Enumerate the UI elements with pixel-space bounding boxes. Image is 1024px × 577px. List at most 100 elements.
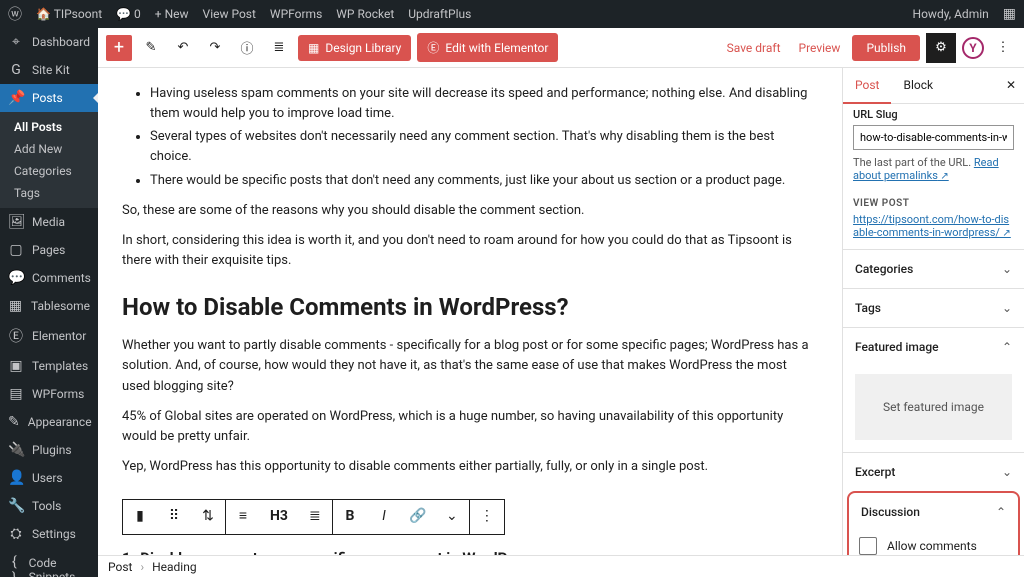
url-slug-input[interactable] — [853, 125, 1014, 150]
text-align-icon[interactable]: ≣ — [298, 500, 332, 534]
panel-tags: Tags⌄ — [843, 288, 1024, 327]
panel-header-discussion[interactable]: Discussion⌃ — [849, 493, 1018, 531]
paragraph[interactable]: So, these are some of the reasons why yo… — [122, 201, 818, 221]
comments-icon: 💬 — [8, 270, 24, 286]
allow-comments-checkbox[interactable]: Allow comments — [849, 531, 1018, 555]
sidebar-item-settings[interactable]: ⛭Settings — [0, 520, 98, 548]
list-view-icon[interactable]: ≣ — [266, 35, 292, 61]
bullet-list: Having useless spam comments on your sit… — [122, 84, 818, 191]
comments-count[interactable]: 💬 0 — [116, 7, 141, 21]
settings-toggle-icon[interactable]: ⚙ — [926, 33, 956, 63]
elementor-icon: Ⓔ — [8, 326, 24, 346]
sub-all-posts[interactable]: All Posts — [0, 116, 98, 138]
settings-tabs: Post Block ✕ — [843, 68, 1024, 104]
sidebar-item-appearance[interactable]: ✎Appearance — [0, 408, 98, 436]
paragraph[interactable]: Whether you want to partly disable comme… — [122, 336, 818, 396]
yoast-toggle-icon[interactable]: Y — [962, 37, 984, 59]
updraft-link[interactable]: UpdraftPlus — [408, 7, 471, 21]
panel-header-categories[interactable]: Categories⌄ — [843, 250, 1024, 288]
view-post-label: VIEW POST — [843, 190, 1024, 213]
tab-post[interactable]: Post — [843, 68, 891, 104]
sidebar-item-dashboard[interactable]: ⌖Dashboard — [0, 28, 98, 56]
align-icon[interactable]: ≡ — [226, 500, 260, 534]
panel-header-excerpt[interactable]: Excerpt⌄ — [843, 453, 1024, 491]
wp-admin-sidebar: ⌖Dashboard GSite Kit 📌Posts All Posts Ad… — [0, 28, 98, 577]
sub-add-new[interactable]: Add New — [0, 138, 98, 160]
heading-h2[interactable]: How to Disable Comments in WordPress? — [122, 289, 818, 326]
design-library-button[interactable]: ▦Design Library — [298, 35, 411, 61]
link-icon[interactable]: 🔗 — [401, 500, 435, 534]
move-up-down-icon[interactable]: ⇅ — [191, 500, 225, 534]
admin-bar: ⓦ 🏠 TIPsoont 💬 0 + New View Post WPForms… — [0, 0, 1024, 28]
block-breadcrumb: Post › Heading — [98, 555, 1024, 577]
publish-button[interactable]: Publish — [852, 35, 920, 61]
more-options-icon[interactable]: ⋮ — [990, 35, 1016, 61]
dashboard-icon: ⌖ — [8, 34, 24, 50]
list-item[interactable]: Having useless spam comments on your sit… — [150, 84, 818, 124]
editor-content[interactable]: Having useless spam comments on your sit… — [98, 68, 842, 555]
sidebar-item-codesnippets[interactable]: { }Code Snippets — [0, 548, 98, 577]
editor-toolbar: + ✎ ↶ ↷ ⓘ ≣ ▦Design Library ⒺEdit with E… — [98, 28, 1024, 68]
block-type-icon[interactable]: ▮ — [123, 500, 157, 534]
edit-elementor-button[interactable]: ⒺEdit with Elementor — [417, 33, 558, 62]
sub-categories[interactable]: Categories — [0, 160, 98, 182]
save-draft-button[interactable]: Save draft — [721, 37, 787, 59]
panel-header-featured[interactable]: Featured image⌃ — [843, 328, 1024, 366]
site-home-link[interactable]: 🏠 TIPsoont — [36, 7, 102, 21]
new-content[interactable]: + New — [155, 7, 189, 21]
inserter-button[interactable]: + — [106, 35, 132, 61]
heading-h3[interactable]: 1- Disable comments on a specific page o… — [122, 547, 818, 555]
preview-button[interactable]: Preview — [793, 37, 847, 59]
more-rich-icon[interactable]: ⌄ — [435, 500, 469, 534]
sidebar-item-posts[interactable]: 📌Posts — [0, 84, 98, 112]
sidebar-item-users[interactable]: 👤Users — [0, 464, 98, 492]
set-featured-image-button[interactable]: Set featured image — [855, 374, 1012, 440]
sidebar-item-tools[interactable]: 🔧Tools — [0, 492, 98, 520]
tab-block[interactable]: Block — [891, 68, 945, 103]
paragraph[interactable]: In short, considering this idea is worth… — [122, 231, 818, 271]
sidebar-item-media[interactable]: 🖼Media — [0, 208, 98, 236]
permalink: https://tipsoont.com/how-to-disable-comm… — [843, 213, 1024, 249]
undo-icon[interactable]: ↶ — [170, 35, 196, 61]
panel-discussion: Discussion⌃ Allow comments ✓ Allow pingb… — [847, 491, 1020, 555]
view-post-link[interactable]: View Post — [203, 7, 256, 21]
block-toolbar: ▮ ⠿ ⇅ ≡ H3 ≣ B I 🔗 ⌄ ⋮ — [122, 499, 505, 535]
wprocket-link[interactable]: WP Rocket — [336, 7, 394, 21]
list-item[interactable]: Several types of websites don't necessar… — [150, 127, 818, 167]
permalink-link[interactable]: https://tipsoont.com/how-to-disable-comm… — [853, 213, 1011, 239]
edit-mode-icon[interactable]: ✎ — [138, 35, 164, 61]
breadcrumb-heading[interactable]: Heading — [152, 560, 197, 574]
sidebar-item-templates[interactable]: ▣Templates — [0, 352, 98, 380]
redo-icon[interactable]: ↷ — [202, 35, 228, 61]
wp-logo-icon[interactable]: ⓦ — [8, 4, 22, 24]
paragraph[interactable]: 45% of Global sites are operated on Word… — [122, 407, 818, 447]
breadcrumb-post[interactable]: Post — [108, 560, 132, 574]
sidebar-item-pages[interactable]: ▢Pages — [0, 236, 98, 264]
sidebar-item-plugins[interactable]: 🔌Plugins — [0, 436, 98, 464]
pages-icon: ▢ — [8, 242, 24, 258]
details-icon[interactable]: ⓘ — [234, 35, 260, 61]
howdy-user[interactable]: Howdy, Admin — [913, 7, 989, 21]
sidebar-item-tablesome[interactable]: ▦Tablesome — [0, 292, 98, 320]
bold-icon[interactable]: B — [333, 500, 367, 534]
block-more-icon[interactable]: ⋮ — [470, 500, 504, 534]
sidebar-item-elementor[interactable]: ⒺElementor — [0, 320, 98, 352]
heading-level-button[interactable]: H3 — [260, 500, 298, 534]
italic-icon[interactable]: I — [367, 500, 401, 534]
paragraph[interactable]: Yep, WordPress has this opportunity to d… — [122, 457, 818, 477]
sub-tags[interactable]: Tags — [0, 182, 98, 204]
chevron-down-icon: ⌄ — [1002, 465, 1012, 479]
wpforms-link[interactable]: WPForms — [270, 7, 322, 21]
plugins-icon: 🔌 — [8, 442, 24, 458]
chevron-up-icon: ⌃ — [1002, 340, 1012, 354]
panel-header-tags[interactable]: Tags⌄ — [843, 289, 1024, 327]
library-icon: ▦ — [308, 41, 319, 55]
sidebar-item-sitekit[interactable]: GSite Kit — [0, 56, 98, 84]
avatar-icon[interactable]: ▦ — [1003, 6, 1016, 22]
list-item[interactable]: There would be specific posts that don't… — [150, 171, 818, 191]
close-sidebar-icon[interactable]: ✕ — [1006, 78, 1016, 92]
sidebar-item-wpforms[interactable]: ▤WPForms — [0, 380, 98, 408]
sidebar-item-comments[interactable]: 💬Comments — [0, 264, 98, 292]
users-icon: 👤 — [8, 470, 24, 486]
drag-handle-icon[interactable]: ⠿ — [157, 500, 191, 534]
